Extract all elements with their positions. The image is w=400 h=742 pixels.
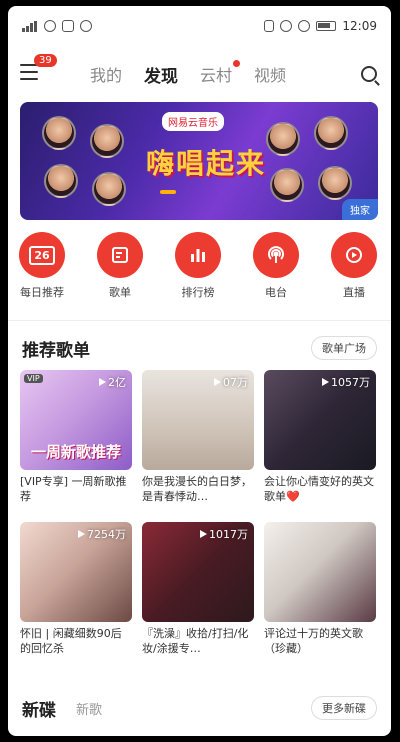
battery-icon <box>316 21 337 31</box>
play-icon <box>214 378 221 386</box>
tab-discover[interactable]: 发现 <box>144 62 178 87</box>
new-songs-tab[interactable]: 新歌 <box>76 699 102 718</box>
tab-mine[interactable]: 我的 <box>90 62 122 87</box>
play-count: 1017万 <box>200 526 248 542</box>
section-title: 推荐歌单 <box>22 341 90 361</box>
playlist-square-button[interactable]: 歌单广场 <box>311 336 377 360</box>
live-icon <box>331 232 377 278</box>
playlist-cover: 1057万 <box>264 370 376 470</box>
playlist-cover: 7254万 <box>20 522 132 622</box>
tab-cloud-village-label: 云村 <box>200 66 233 85</box>
radio-icon <box>253 232 299 278</box>
play-count: 1057万 <box>322 374 370 390</box>
notification-icon <box>62 20 74 32</box>
playlist-card[interactable]: 07万 你是我漫长的白日梦，是青春悸动… <box>142 370 254 504</box>
playlist-card[interactable]: 1017万 『洗澡』收拾/打扫/化妆/涂援专… <box>142 522 254 656</box>
app-screen: 12:09 39 我的 发现 云村 视频 网易云音乐 嗨唱起来 独家 26 每日… <box>8 6 391 736</box>
cover-caption: 一周新歌推荐 <box>30 443 121 461</box>
play-icon <box>99 378 106 386</box>
artist-avatar <box>90 124 124 158</box>
section-divider <box>8 320 391 321</box>
nfc-icon <box>264 20 275 32</box>
artist-avatar <box>266 122 300 156</box>
play-icon <box>322 378 329 386</box>
nav-radio[interactable]: 电台 <box>246 232 306 300</box>
more-new-discs-button[interactable]: 更多新碟 <box>311 696 377 720</box>
tab-video[interactable]: 视频 <box>254 62 286 87</box>
nav-label: 直播 <box>343 286 365 299</box>
top-tabs: 我的 发现 云村 视频 <box>90 60 286 87</box>
nav-label: 每日推荐 <box>20 286 64 299</box>
artist-avatar <box>270 168 304 202</box>
playlist-title: 你是我漫长的白日梦，是青春悸动… <box>142 475 252 503</box>
quick-nav: 26 每日推荐 歌单 排行榜 电台 直播 <box>8 232 391 312</box>
playlist-cover: 07万 <box>142 370 254 470</box>
wifi-icon <box>44 20 56 32</box>
playlist-icon <box>97 232 143 278</box>
artist-avatar <box>44 164 78 198</box>
search-icon[interactable] <box>361 66 377 82</box>
nav-label: 电台 <box>265 286 287 299</box>
play-count: 07万 <box>214 374 248 390</box>
status-bar: 12:09 <box>8 6 391 48</box>
banner-title: 嗨唱起来 <box>146 147 267 180</box>
playlist-title: 会让你心情变好的英文歌单❤️ <box>264 475 374 503</box>
playlist-cover <box>264 522 376 622</box>
playlist-card[interactable]: 1057万 会让你心情变好的英文歌单❤️ <box>264 370 376 504</box>
play-icon <box>78 530 85 538</box>
vibrate-icon <box>298 20 311 32</box>
playlist-cover: VIP 2亿 一周新歌推荐 <box>20 370 132 470</box>
promo-banner[interactable]: 网易云音乐 嗨唱起来 独家 <box>20 102 378 220</box>
message-badge: 39 <box>34 54 57 67</box>
calendar-icon: 26 <box>19 232 65 278</box>
banner-tag: 独家 <box>342 199 378 220</box>
nav-charts[interactable]: 排行榜 <box>168 232 228 300</box>
artist-avatar <box>92 172 126 206</box>
play-count: 2亿 <box>99 374 126 390</box>
signal-icon <box>22 20 38 32</box>
nav-label: 排行榜 <box>181 286 215 299</box>
new-dot-icon <box>233 60 241 67</box>
artist-avatar <box>42 116 76 150</box>
playlist-card[interactable]: 7254万 怀旧 | 闲藏细数90后的回忆杀 <box>20 522 132 656</box>
tab-cloud-village[interactable]: 云村 <box>200 60 241 87</box>
nav-live[interactable]: 直播 <box>324 232 384 300</box>
banner-logo: 网易云音乐 <box>162 112 224 131</box>
status-time: 12:09 <box>342 19 377 33</box>
nav-playlist[interactable]: 歌单 <box>90 232 150 300</box>
banner-subtitle <box>160 190 176 194</box>
chat-icon <box>80 20 92 32</box>
artist-avatar <box>314 116 348 150</box>
nav-daily-recommend[interactable]: 26 每日推荐 <box>12 232 72 300</box>
play-count: 7254万 <box>78 526 126 542</box>
vip-tag: VIP <box>24 374 43 383</box>
nav-label: 歌单 <box>109 286 131 299</box>
artist-avatar <box>318 166 352 200</box>
alarm-icon <box>280 20 293 32</box>
top-header: 39 我的 发现 云村 视频 <box>8 52 391 96</box>
playlist-title: 怀旧 | 闲藏细数90后的回忆杀 <box>20 627 122 655</box>
new-disc-title[interactable]: 新碟 <box>22 696 56 721</box>
playlist-card[interactable]: 评论过十万的英文歌（珍藏） <box>264 522 376 656</box>
chart-icon <box>175 232 221 278</box>
playlist-title: [VIP专享] 一周新歌推荐 <box>20 475 127 503</box>
playlist-cover: 1017万 <box>142 522 254 622</box>
playlist-card[interactable]: VIP 2亿 一周新歌推荐 [VIP专享] 一周新歌推荐 <box>20 370 132 504</box>
playlist-title: 『洗澡』收拾/打扫/化妆/涂援专… <box>142 627 249 655</box>
playlist-title: 评论过十万的英文歌（珍藏） <box>264 627 363 655</box>
play-icon <box>200 530 207 538</box>
